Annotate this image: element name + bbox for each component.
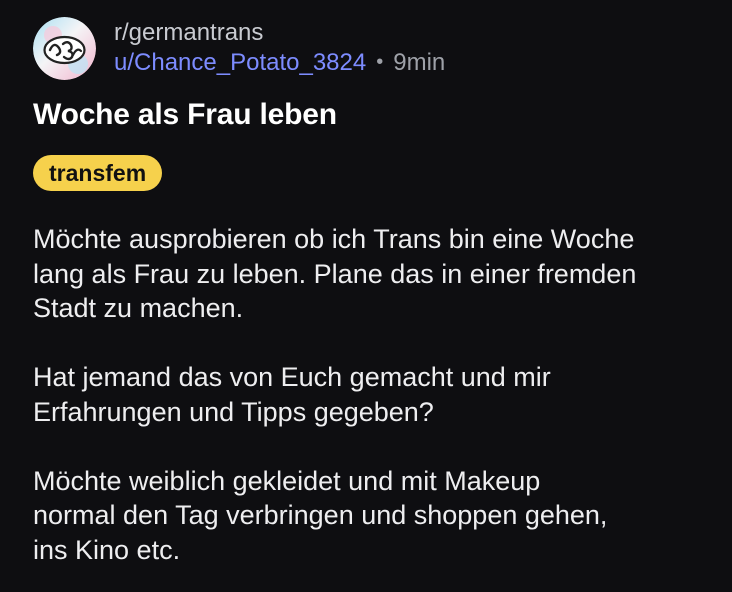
post-flair-badge[interactable]: transfem — [33, 155, 163, 191]
post-title[interactable]: Woche als Frau leben — [33, 98, 337, 132]
post-meta: r/germantrans u/Chance_Potato_3824 • 9mi… — [114, 20, 446, 76]
author-username[interactable]: u/Chance_Potato_3824 — [114, 50, 366, 75]
meta-separator: • — [376, 50, 384, 73]
body-paragraph-1: Möchte ausprobieren ob ich Trans bin ein… — [33, 224, 637, 323]
body-paragraph-3: Möchte weiblich gekleidet und mit Makeup… — [33, 465, 608, 565]
body-paragraph-2: Hat jemand das von Euch gemacht und mir … — [33, 362, 551, 427]
author-line: u/Chance_Potato_3824 • 9min — [114, 48, 446, 76]
post-header: r/germantrans u/Chance_Potato_3824 • 9mi… — [33, 17, 445, 80]
post-body: Möchte ausprobieren ob ich Trans bin ein… — [33, 222, 728, 592]
post-timestamp: 9min — [393, 48, 446, 76]
subreddit-avatar-icon[interactable] — [33, 17, 96, 80]
subreddit-name[interactable]: r/germantrans — [114, 20, 445, 45]
post-card: r/germantrans u/Chance_Potato_3824 • 9mi… — [0, 0, 732, 592]
